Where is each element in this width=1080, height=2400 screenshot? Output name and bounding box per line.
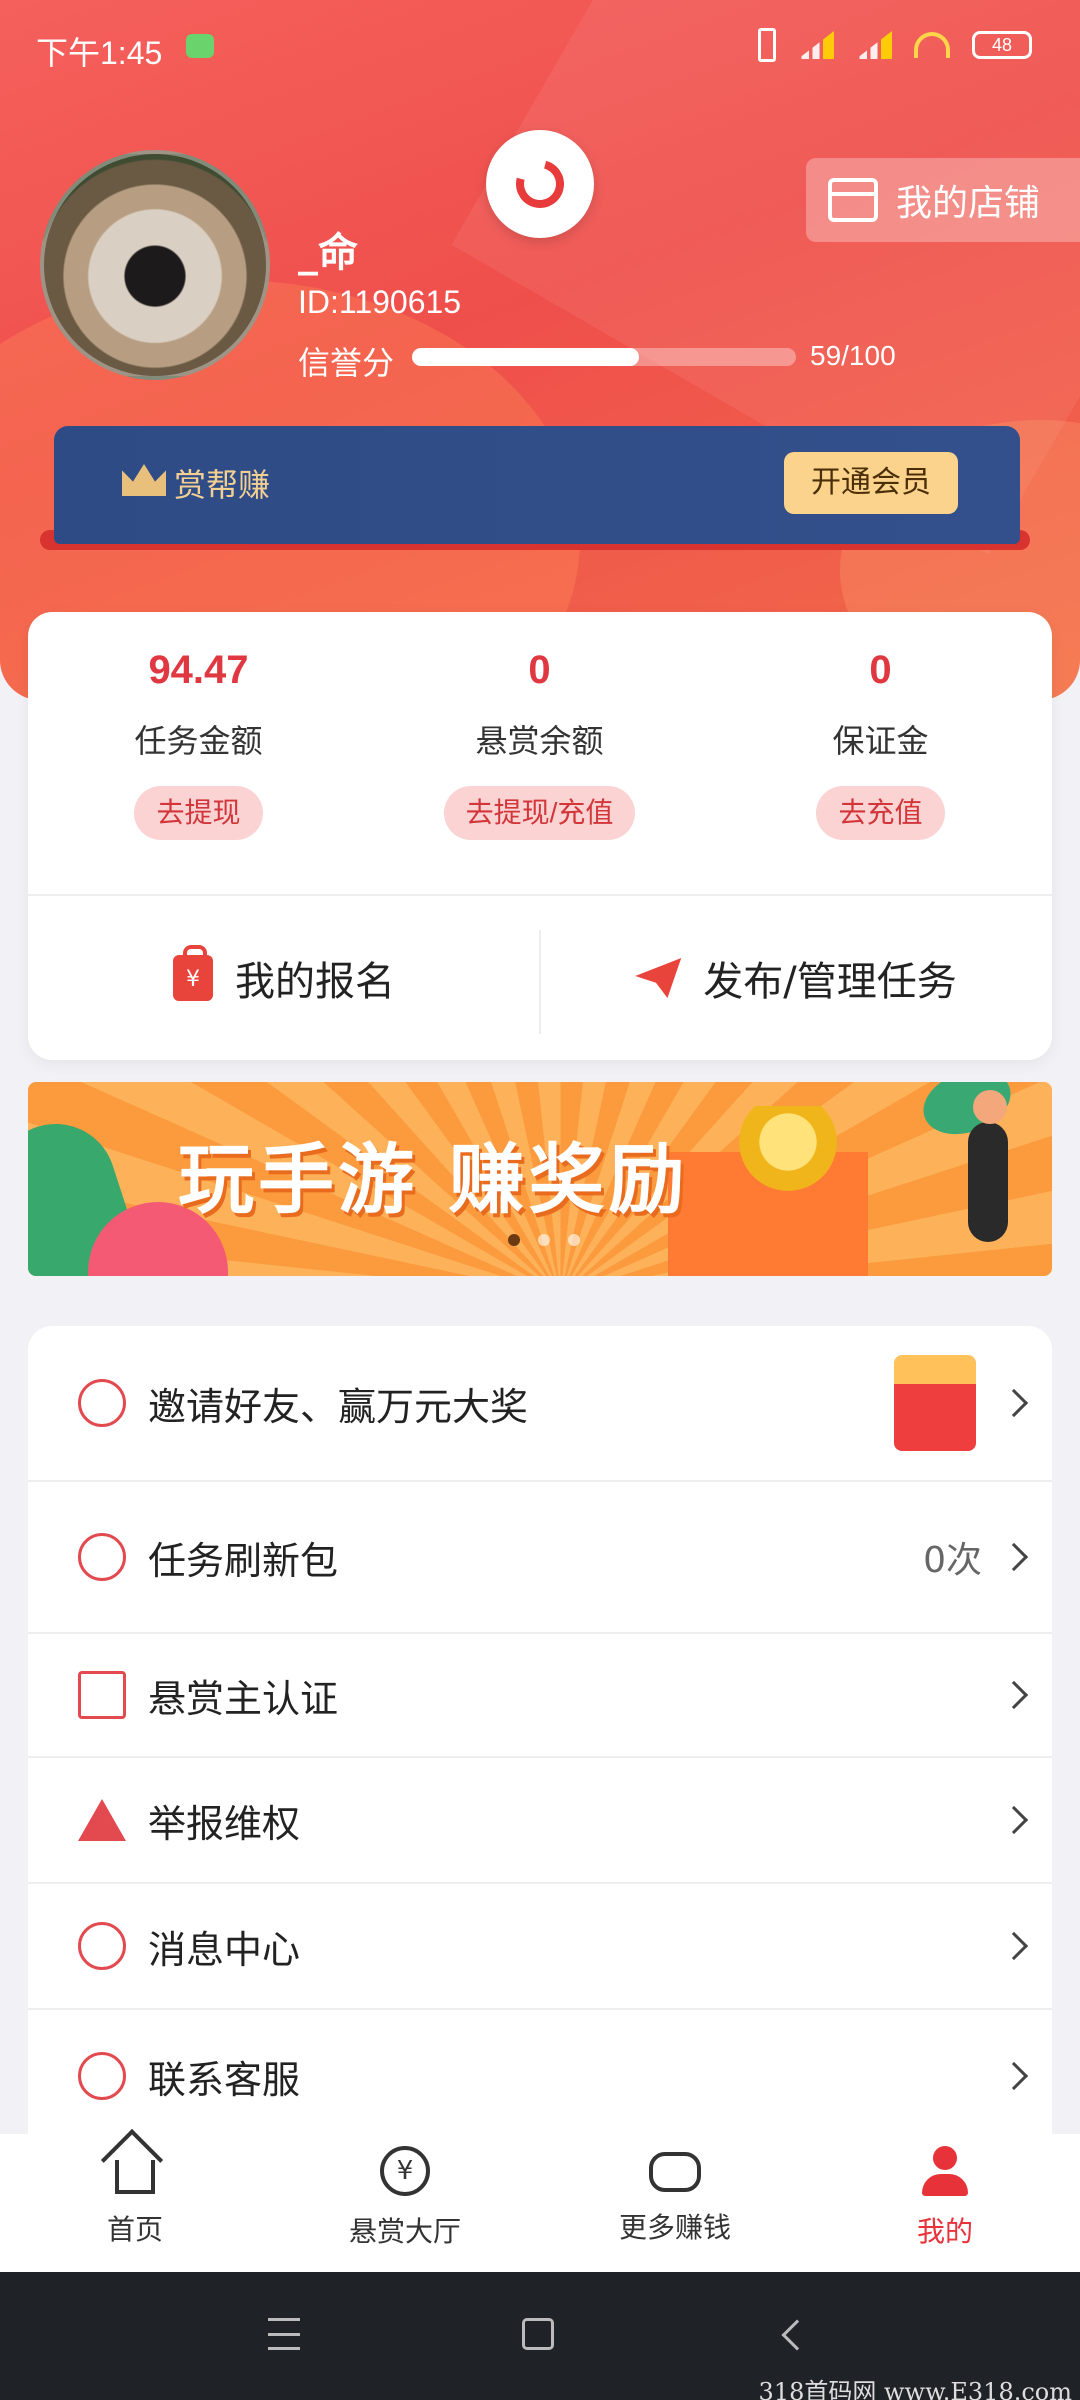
menu-item-refresh-pack[interactable]: 任务刷新包 0次 — [28, 1482, 1052, 1634]
gamepad-icon — [649, 2152, 701, 2192]
chevron-right-icon — [999, 1542, 1029, 1572]
wallet-label: 悬赏余额 — [475, 722, 604, 760]
wallet-amount: 94.47 — [148, 648, 249, 692]
person-illustration — [968, 1122, 1008, 1242]
tab-label: 首页 — [106, 2213, 163, 2246]
wallet-task-amount: 94.47 任务金额 去提现 — [28, 648, 369, 840]
tab-label: 更多赚钱 — [618, 2211, 731, 2244]
credit-score-fill — [412, 348, 639, 366]
refresh-pack-count: 0次 — [923, 1540, 982, 1581]
refresh-icon — [78, 1533, 126, 1581]
username: _命 — [298, 230, 358, 276]
wechat-notification-icon — [186, 34, 214, 58]
wallet-amount: 0 — [869, 648, 892, 692]
bluetooth-icon — [758, 28, 776, 62]
wallet-amount: 0 — [528, 648, 551, 692]
home-icon — [115, 2160, 155, 2194]
avatar[interactable] — [40, 150, 270, 380]
menu-item-customer-service[interactable]: 联系客服 — [28, 2010, 1052, 2142]
home-button-icon[interactable] — [522, 2318, 554, 2350]
signal-icon — [798, 31, 834, 59]
menu-item-label: 举报维权 — [148, 1801, 301, 1846]
credit-score-label: 信誉分 — [298, 344, 395, 382]
chevron-right-icon — [999, 2061, 1029, 2091]
banner-pagination — [508, 1234, 580, 1246]
tab-more-earnings[interactable]: 更多赚钱 — [540, 2134, 810, 2272]
shopping-bag-icon: ¥ — [173, 945, 213, 1001]
vip-card[interactable]: 赏帮赚 开通会员 — [54, 426, 1020, 544]
menu-item-label: 消息中心 — [148, 1927, 301, 1972]
open-membership-button[interactable]: 开通会员 — [784, 452, 958, 514]
tab-home[interactable]: 首页 — [0, 2134, 270, 2272]
banner-slogan: 玩手游 赚奖励 — [178, 1135, 689, 1224]
credit-score-bar — [412, 348, 796, 366]
battery-icon: 48 — [972, 31, 1032, 59]
status-bar: 下午1:45 48 — [0, 0, 1080, 96]
recent-apps-icon[interactable] — [268, 2318, 300, 2350]
wallet-label: 任务金额 — [134, 722, 263, 760]
my-applications-label: 我的报名 — [235, 959, 395, 1005]
status-time: 下午1:45 — [36, 35, 163, 71]
chevron-right-icon — [999, 1931, 1029, 1961]
menu-item-label: 悬赏主认证 — [148, 1676, 339, 1721]
user-icon — [920, 2146, 970, 2196]
bottom-tab-bar: 首页 ¥ 悬赏大厅 更多赚钱 我的 — [0, 2134, 1080, 2272]
menu-item-label: 任务刷新包 — [148, 1538, 339, 1583]
signal-icon — [856, 31, 892, 59]
back-icon[interactable] — [781, 2319, 813, 2351]
settings-menu: 邀请好友、赢万元大奖 任务刷新包 0次 悬赏主认证 举报维权 消息中心 联系客服 — [28, 1326, 1052, 2142]
my-shop-label: 我的店铺 — [896, 183, 1041, 224]
wifi-icon — [914, 32, 950, 58]
menu-item-invite-friends[interactable]: 邀请好友、赢万元大奖 — [28, 1326, 1052, 1482]
refresh-icon — [507, 151, 573, 217]
menu-item-publisher-verification[interactable]: 悬赏主认证 — [28, 1634, 1052, 1758]
tab-label: 我的 — [916, 2215, 973, 2248]
warning-icon — [78, 1799, 126, 1841]
vip-name: 赏帮赚 — [174, 466, 271, 504]
status-icons: 48 — [758, 28, 1032, 62]
wallet-label: 保证金 — [832, 722, 929, 760]
person-illustration — [973, 1090, 1007, 1124]
menu-item-report[interactable]: 举报维权 — [28, 1758, 1052, 1884]
banner-page-dot[interactable] — [538, 1234, 550, 1246]
red-envelope-icon — [894, 1355, 976, 1451]
crown-icon — [122, 464, 166, 496]
user-id: ID:1190615 — [298, 284, 462, 320]
withdraw-recharge-button[interactable]: 去提现/充值 — [443, 786, 636, 840]
my-shop-button[interactable]: 我的店铺 — [806, 158, 1080, 242]
credit-score-value: 59/100 — [810, 340, 896, 371]
tab-label: 悬赏大厅 — [348, 2215, 461, 2248]
menu-item-label: 联系客服 — [148, 2057, 301, 2102]
store-icon — [828, 178, 878, 222]
banner-page-dot[interactable] — [568, 1234, 580, 1246]
message-icon — [78, 1922, 126, 1970]
envelope-icon — [78, 1671, 126, 1719]
yen-icon: ¥ — [380, 2146, 430, 2196]
coins-illustration — [728, 1106, 848, 1196]
menu-item-label: 邀请好友、赢万元大奖 — [148, 1384, 529, 1429]
chevron-right-icon — [999, 1805, 1029, 1835]
tab-reward-hall[interactable]: ¥ 悬赏大厅 — [270, 2134, 540, 2272]
publish-manage-tasks-label: 发布/管理任务 — [703, 959, 957, 1005]
promo-banner[interactable]: 玩手游 赚奖励 — [28, 1082, 1052, 1276]
paper-plane-icon — [635, 958, 682, 998]
chevron-right-icon — [999, 1388, 1029, 1418]
watermark: 318首码网 www.E318.com — [758, 2378, 1072, 2400]
chevron-right-icon — [999, 1680, 1029, 1710]
my-applications-button[interactable]: ¥ 我的报名 — [28, 896, 540, 1060]
recharge-button[interactable]: 去充值 — [816, 786, 945, 840]
withdraw-button[interactable]: 去提现 — [134, 786, 263, 840]
refresh-button[interactable] — [486, 130, 594, 238]
wallet-card: 94.47 任务金额 去提现 0 悬赏余额 去提现/充值 0 保证金 去充值 ¥… — [28, 612, 1052, 1060]
wallet-deposit: 0 保证金 去充值 — [710, 648, 1051, 840]
customer-service-icon — [78, 2052, 126, 2100]
menu-item-message-center[interactable]: 消息中心 — [28, 1884, 1052, 2010]
banner-page-dot[interactable] — [508, 1234, 520, 1246]
wallet-reward-balance: 0 悬赏余额 去提现/充值 — [369, 648, 710, 840]
publish-manage-tasks-button[interactable]: 发布/管理任务 — [540, 896, 1052, 1060]
heart-icon — [78, 1379, 126, 1427]
tab-me[interactable]: 我的 — [810, 2134, 1080, 2272]
